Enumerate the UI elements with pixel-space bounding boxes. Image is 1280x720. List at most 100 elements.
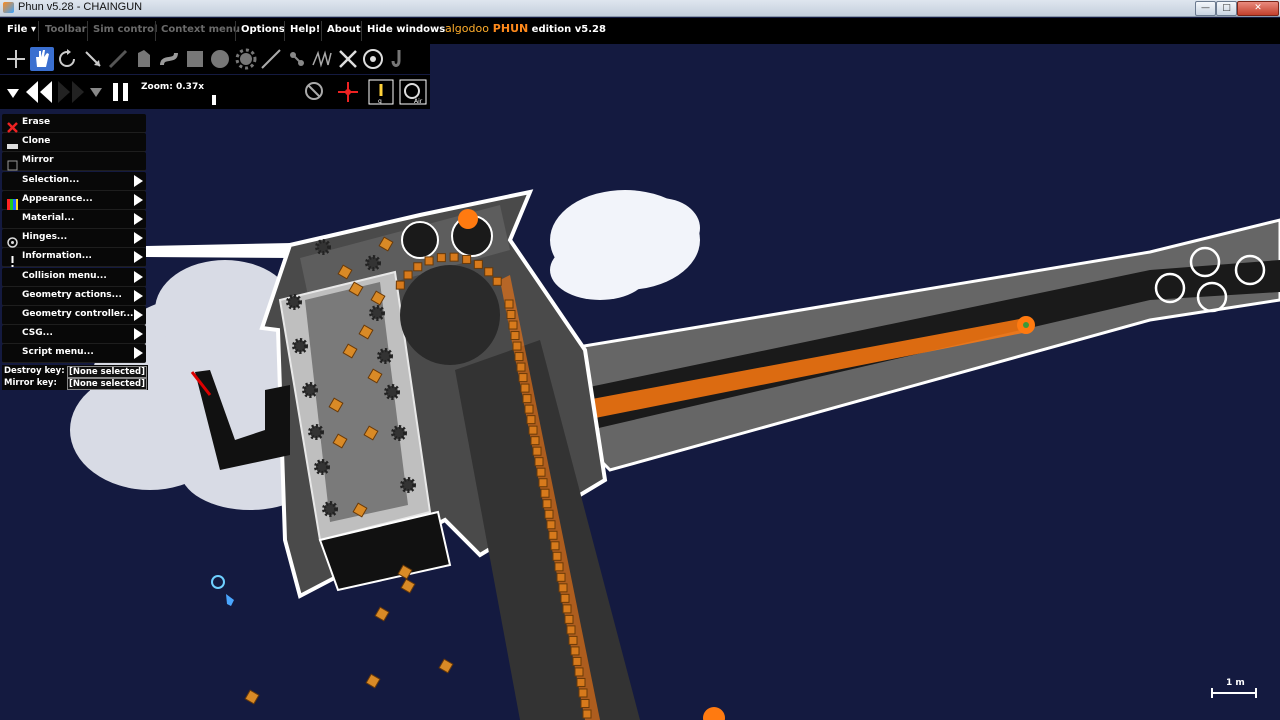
submenu-arrow-icon	[134, 213, 143, 225]
chain-link	[580, 698, 590, 708]
chain-link	[516, 362, 526, 372]
plane-icon[interactable]	[259, 47, 283, 71]
tracer-icon[interactable]	[387, 47, 411, 71]
window-titlebar: Phun v5.28 - CHAINGUN — □ ✕	[0, 0, 1280, 17]
scale-icon[interactable]	[81, 47, 105, 71]
chain-link	[462, 254, 472, 264]
minimize-button[interactable]: —	[1195, 1, 1216, 16]
gravity-icon[interactable]: g	[368, 79, 394, 105]
hinge-icon	[7, 233, 18, 248]
context-item-label: Material...	[22, 213, 75, 223]
window-title: Phun v5.28 - CHAINGUN	[18, 1, 143, 13]
menu-options[interactable]: Options	[241, 24, 285, 35]
chain-link	[504, 299, 514, 309]
context-item-erase[interactable]: Erase	[2, 114, 146, 133]
small-gear-icon	[308, 424, 324, 440]
chain-link	[572, 656, 582, 666]
submenu-arrow-icon	[134, 251, 143, 264]
fast-forward-icon[interactable]	[56, 79, 86, 105]
small-gear-icon	[322, 501, 338, 517]
ammo-block	[400, 578, 416, 594]
chain-link	[514, 352, 524, 362]
fixate-icon[interactable]	[336, 47, 360, 71]
air-icon[interactable]: Air	[399, 79, 427, 105]
context-item-geometry-controller[interactable]: Geometry controller...	[2, 306, 146, 325]
context-item-label: Erase	[22, 117, 51, 127]
zoom-label: Zoom: 0.37x	[141, 82, 205, 92]
zoom-slider[interactable]	[212, 95, 216, 105]
box-icon[interactable]	[183, 47, 207, 71]
chain-link	[510, 331, 520, 341]
rewind-icon[interactable]	[24, 79, 54, 105]
tool-bar	[0, 44, 430, 74]
chain-link	[473, 259, 483, 269]
chain-link	[548, 530, 558, 540]
context-item-label: Appearance...	[22, 193, 93, 204]
sketch-icon[interactable]	[132, 47, 156, 71]
context-item-geometry-actions[interactable]: Geometry actions...	[2, 286, 146, 306]
menu-toolbar[interactable]: Toolbar	[45, 24, 87, 35]
maximize-button[interactable]: □	[1216, 1, 1237, 16]
zoom-reset-icon[interactable]	[303, 79, 327, 105]
menu-about[interactable]: About	[327, 24, 361, 35]
ammo-block	[374, 606, 390, 622]
hinge-icon[interactable]	[361, 47, 385, 71]
gear-icon[interactable]	[234, 47, 258, 71]
context-item-appearance[interactable]: Appearance...	[2, 190, 146, 210]
chain-link	[546, 520, 556, 530]
chain-link	[424, 256, 434, 266]
submenu-arrow-icon	[134, 309, 143, 321]
context-item-label: Geometry controller...	[22, 309, 134, 319]
context-item-label: CSG...	[22, 328, 53, 339]
submenu-arrow-icon	[134, 289, 143, 302]
chain-link	[413, 262, 423, 272]
menu-sim-control[interactable]: Sim control	[93, 24, 157, 35]
brush-icon[interactable]	[157, 47, 181, 71]
chain-link	[403, 270, 413, 280]
chain-link	[558, 583, 568, 593]
chain-link	[560, 593, 570, 603]
context-item-information[interactable]: Information...	[2, 248, 146, 268]
move-icon[interactable]	[4, 47, 28, 71]
chain-link	[564, 614, 574, 624]
mirror-key-field[interactable]: [None selected]	[67, 378, 147, 390]
menu-context-menu[interactable]: Context menu	[161, 24, 240, 35]
pause-icon[interactable]	[110, 79, 132, 105]
context-item-collision-menu[interactable]: Collision menu...	[2, 267, 146, 287]
context-item-selection[interactable]: Selection...	[2, 171, 146, 191]
menu-file[interactable]: File ▾	[7, 24, 36, 35]
small-gear-icon	[314, 459, 330, 475]
context-item-hinges[interactable]: Hinges...	[2, 229, 146, 249]
center-view-icon[interactable]	[336, 79, 360, 105]
menu-help[interactable]: Help!	[290, 24, 320, 35]
circle-icon[interactable]	[208, 47, 232, 71]
chain-link	[528, 425, 538, 435]
ammo-block	[244, 689, 260, 705]
context-item-script-menu[interactable]: Script menu...	[2, 344, 146, 364]
menu-hide-windows[interactable]: Hide windows	[367, 24, 445, 35]
chain-link	[526, 415, 536, 425]
speed-arrow-icon[interactable]	[88, 79, 104, 105]
context-item-mirror[interactable]: Mirror	[2, 152, 146, 172]
chain-link	[395, 280, 405, 290]
context-item-csg[interactable]: CSG...	[2, 325, 146, 345]
chain-link	[574, 667, 584, 677]
hand-icon[interactable]	[29, 47, 54, 71]
close-button[interactable]: ✕	[1237, 1, 1279, 16]
chain-link	[568, 635, 578, 645]
sim-menu-arrow-icon[interactable]	[4, 79, 22, 105]
spring-icon[interactable]	[310, 47, 334, 71]
chain-link	[554, 562, 564, 572]
svg-text:Air: Air	[414, 98, 423, 105]
destroy-key-field[interactable]: [None selected]	[67, 366, 147, 378]
chain-link	[534, 457, 544, 467]
chain-icon[interactable]	[285, 47, 309, 71]
chain-link	[484, 267, 494, 277]
knife-icon[interactable]	[106, 47, 130, 71]
chain-link	[436, 253, 446, 263]
rotate-icon[interactable]	[55, 47, 79, 71]
ammo-block	[438, 658, 454, 674]
context-item-material[interactable]: Material...	[2, 210, 146, 229]
clone-icon	[7, 137, 18, 150]
context-item-clone[interactable]: Clone	[2, 133, 146, 153]
